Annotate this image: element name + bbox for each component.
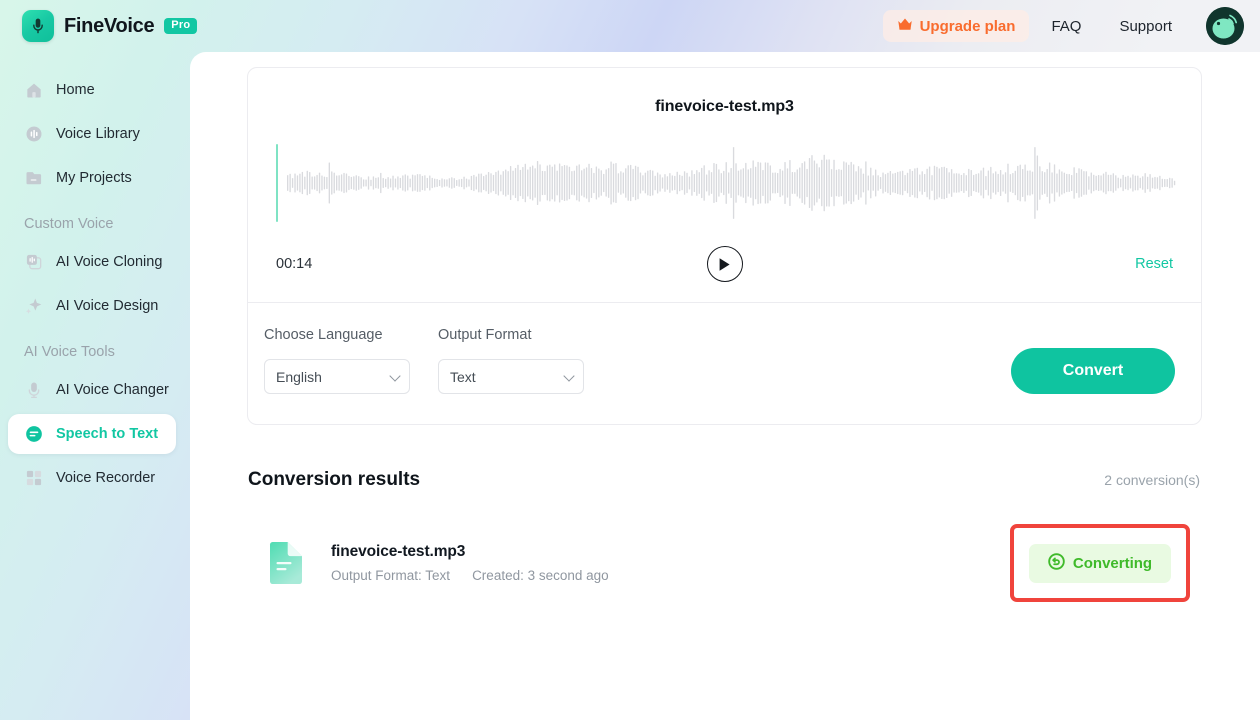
result-created: Created: 3 second ago bbox=[472, 568, 609, 583]
upgrade-plan-label: Upgrade plan bbox=[919, 17, 1016, 35]
sidebar-item-label: Voice Recorder bbox=[56, 470, 156, 486]
speech-text-icon bbox=[24, 424, 44, 444]
finevoice-logo-icon bbox=[22, 10, 54, 42]
waveform-bars bbox=[287, 147, 1176, 219]
sidebar-item-voice-library[interactable]: Voice Library bbox=[8, 114, 176, 154]
support-link[interactable]: Support bbox=[1103, 11, 1188, 42]
status-badge[interactable]: Converting bbox=[1028, 543, 1172, 583]
audio-player: finevoice-test.mp3 bbox=[248, 68, 1201, 222]
folder-icon bbox=[24, 168, 44, 188]
header-nav: Upgrade plan FAQ Support bbox=[882, 7, 1244, 45]
sync-icon bbox=[1048, 552, 1065, 574]
sidebar-item-label: AI Voice Design bbox=[56, 298, 159, 314]
format-select[interactable]: Text bbox=[438, 359, 584, 394]
content-scroll: finevoice-test.mp3 00:14 Reset Choose La… bbox=[190, 52, 1260, 602]
waveform[interactable] bbox=[276, 144, 1176, 222]
sidebar-group-custom-voice: Custom Voice bbox=[24, 216, 114, 232]
player-controls: 00:14 Reset bbox=[248, 226, 1201, 302]
format-value: Text bbox=[450, 368, 476, 385]
file-text-icon bbox=[267, 540, 305, 586]
format-label: Output Format bbox=[438, 327, 532, 343]
brand-logo[interactable]: FineVoice Pro bbox=[22, 10, 198, 42]
status-cell: Converting bbox=[1010, 524, 1190, 602]
status-badge-label: Converting bbox=[1072, 554, 1153, 572]
crown-icon bbox=[897, 17, 913, 35]
waveform-icon bbox=[24, 124, 44, 144]
main-content: finevoice-test.mp3 00:14 Reset Choose La… bbox=[190, 52, 1260, 720]
result-file-name: finevoice-test.mp3 bbox=[331, 543, 466, 560]
sidebar-item-ai-voice-cloning[interactable]: AI Voice Cloning bbox=[8, 242, 176, 282]
format-field: Output Format Text bbox=[438, 327, 584, 394]
results-count: 2 conversion(s) bbox=[1104, 472, 1200, 488]
language-label: Choose Language bbox=[264, 327, 383, 343]
sidebar-item-my-projects[interactable]: My Projects bbox=[8, 158, 176, 198]
microphone-icon bbox=[24, 380, 44, 400]
sidebar-item-label: Home bbox=[56, 82, 95, 98]
result-meta: finevoice-test.mp3 Output Format: Text C… bbox=[331, 543, 609, 583]
sidebar-item-label: AI Voice Changer bbox=[56, 382, 169, 398]
sidebar-item-label: Speech to Text bbox=[56, 426, 159, 442]
sidebar-group-ai-voice-tools: AI Voice Tools bbox=[24, 344, 115, 360]
result-subtext: Output Format: Text Created: 3 second ag… bbox=[331, 568, 609, 583]
app-root: FineVoice Pro Upgrade plan FAQ Support H… bbox=[0, 0, 1260, 720]
language-value: English bbox=[276, 368, 322, 385]
upgrade-plan-button[interactable]: Upgrade plan bbox=[882, 10, 1030, 42]
results-title: Conversion results bbox=[248, 469, 421, 490]
sidebar-item-label: Voice Library bbox=[56, 126, 140, 142]
top-header: FineVoice Pro Upgrade plan FAQ Support bbox=[0, 0, 1260, 52]
home-icon bbox=[24, 80, 44, 100]
current-time: 00:14 bbox=[276, 256, 313, 272]
sidebar: Home Voice Library My Projects Custom Vo… bbox=[0, 52, 190, 720]
brand-name: FineVoice bbox=[64, 14, 155, 37]
conversion-options: Choose Language English Output Format Te… bbox=[248, 303, 1201, 424]
sidebar-item-ai-voice-design[interactable]: AI Voice Design bbox=[8, 286, 176, 326]
faq-link[interactable]: FAQ bbox=[1035, 11, 1097, 42]
avatar[interactable] bbox=[1206, 7, 1244, 45]
convert-button[interactable]: Convert bbox=[1011, 348, 1175, 394]
results-header: Conversion results 2 conversion(s) bbox=[248, 469, 1200, 491]
sidebar-item-label: AI Voice Cloning bbox=[56, 254, 163, 270]
chevron-down-icon bbox=[563, 369, 575, 382]
sidebar-item-speech-to-text[interactable]: Speech to Text bbox=[8, 414, 176, 454]
language-select[interactable]: English bbox=[264, 359, 410, 394]
player-file-title: finevoice-test.mp3 bbox=[655, 98, 794, 115]
grid-icon bbox=[24, 468, 44, 488]
pro-badge: Pro bbox=[164, 18, 198, 34]
audio-converter-card: finevoice-test.mp3 00:14 Reset Choose La… bbox=[247, 67, 1202, 425]
reset-button[interactable]: Reset bbox=[1135, 256, 1173, 272]
result-output-format: Output Format: Text bbox=[331, 568, 451, 583]
chevron-down-icon bbox=[389, 369, 401, 382]
play-icon[interactable] bbox=[706, 246, 743, 282]
sidebar-item-ai-voice-changer[interactable]: AI Voice Changer bbox=[8, 370, 176, 410]
waveform-playhead[interactable] bbox=[276, 144, 278, 222]
sparkle-icon bbox=[24, 296, 44, 316]
table-row[interactable]: finevoice-test.mp3 Output Format: Text C… bbox=[247, 524, 1202, 602]
clone-icon bbox=[24, 252, 44, 272]
language-field: Choose Language English bbox=[264, 327, 410, 394]
sidebar-item-voice-recorder[interactable]: Voice Recorder bbox=[8, 458, 176, 498]
sidebar-item-label: My Projects bbox=[56, 170, 132, 186]
sidebar-item-home[interactable]: Home bbox=[8, 70, 176, 110]
